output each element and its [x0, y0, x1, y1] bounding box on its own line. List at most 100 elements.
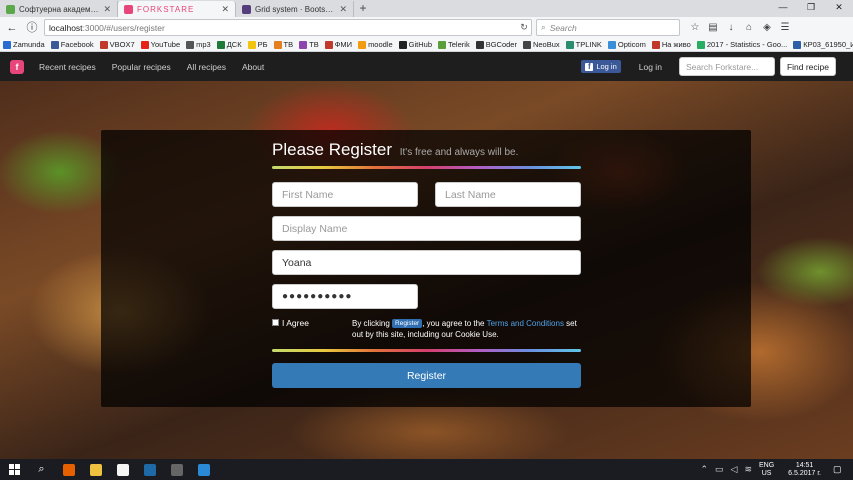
agree-checkbox[interactable] [272, 319, 279, 326]
vscode-icon[interactable] [193, 459, 214, 480]
info-icon[interactable]: ⓘ [24, 20, 40, 36]
site-search-input[interactable]: Search Forkstare... [678, 57, 775, 76]
menu-icon[interactable]: ☰ [776, 22, 794, 33]
download-icon[interactable]: ↓ [722, 22, 740, 33]
start-icon[interactable] [4, 459, 25, 480]
bookmark-favicon-icon [50, 40, 59, 49]
edge-icon[interactable] [139, 459, 160, 480]
bookmark-item[interactable]: КР03_61950_ИванМа... [793, 40, 853, 49]
bookmark-star-icon[interactable]: ☆ [686, 22, 704, 33]
tab-title: Grid system · Bootstrap [255, 4, 336, 14]
home-icon[interactable]: ⌂ [740, 22, 758, 33]
browser-tab-academy[interactable]: Софтуерна академия на Те ✕ [0, 1, 118, 17]
bookmark-item[interactable]: YouTube [140, 40, 181, 49]
bookmark-favicon-icon [324, 40, 333, 49]
language-indicator[interactable]: ENG US [759, 462, 774, 478]
bookmark-label: ФМИ [334, 40, 353, 49]
bookmark-item[interactable]: GitHub [398, 40, 433, 49]
tab-close-icon[interactable]: ✕ [339, 4, 347, 15]
bookmark-item[interactable]: VBOX7 [99, 40, 135, 49]
bookmark-item[interactable]: На живо [651, 40, 691, 49]
nav-all-recipes[interactable]: All recipes [187, 62, 226, 72]
url-host: localhost [49, 22, 83, 33]
firefox-icon[interactable] [58, 459, 79, 480]
tab-close-icon[interactable]: ✕ [221, 4, 229, 15]
terms-text: By clicking Register, you agree to the T… [352, 318, 581, 340]
facebook-login-button[interactable]: f Log in [581, 60, 621, 73]
bookmark-label: ТВ [283, 40, 294, 49]
nav-popular-recipes[interactable]: Popular recipes [112, 62, 171, 72]
notifications-icon[interactable]: ▢ [833, 464, 847, 475]
terminal-icon[interactable] [166, 459, 187, 480]
bookmark-item[interactable]: ФМИ [324, 40, 353, 49]
terms-link[interactable]: Terms and Conditions [487, 319, 564, 328]
bookmark-item[interactable]: Telerik [438, 40, 470, 49]
reload-icon[interactable]: ↻ [517, 22, 531, 33]
new-tab-icon[interactable]: + [354, 1, 372, 17]
username-input[interactable]: Yoana [272, 250, 581, 275]
bookmark-item[interactable]: ТВ [299, 40, 319, 49]
volume-icon[interactable]: ◁ [731, 464, 738, 475]
tab-favicon-icon [6, 4, 15, 14]
agree-checkbox-group[interactable]: I Agree [272, 318, 352, 340]
address-bar[interactable]: localhost:3000/#/users/register ↻ [44, 19, 532, 36]
tab-title: Софтуерна академия на Те [19, 4, 100, 14]
bookmark-label: NeoBux [532, 40, 560, 49]
bookmark-label: GitHub [408, 40, 433, 49]
login-link[interactable]: Log in [639, 62, 662, 72]
browser-tab-bootstrap[interactable]: Grid system · Bootstrap ✕ [236, 1, 354, 17]
bookmark-item[interactable]: moodle [358, 40, 393, 49]
forkstare-logo-icon[interactable]: f [10, 59, 24, 74]
register-badge: Register [392, 319, 423, 328]
bookmark-label: moodle [368, 40, 393, 49]
nav-about[interactable]: About [242, 62, 264, 72]
close-window-icon[interactable]: ✕ [825, 0, 853, 14]
library-icon[interactable]: ▤ [704, 22, 722, 33]
browser-tab-forkstare[interactable]: FORKSTARE ✕ [118, 1, 236, 17]
last-name-input[interactable]: Last Name [435, 182, 581, 207]
notepad-icon[interactable] [112, 459, 133, 480]
rainbow-divider [272, 349, 581, 352]
restore-icon[interactable]: ❐ [797, 0, 825, 14]
network-icon[interactable]: ▭ [715, 464, 724, 475]
clock[interactable]: 14:51 6.5.2017 г. [788, 462, 821, 478]
browser-search-input[interactable]: ⌕ Search [536, 19, 680, 36]
bookmark-favicon-icon [522, 40, 531, 49]
bookmark-label: YouTube [150, 40, 181, 49]
bookmark-item[interactable]: ТВ [273, 40, 294, 49]
bookmark-item[interactable]: TPLINK [565, 40, 602, 49]
register-title: Please Register [272, 140, 393, 159]
bookmark-item[interactable]: Opticom [607, 40, 646, 49]
tab-close-icon[interactable]: ✕ [103, 4, 111, 15]
first-name-input[interactable]: First Name [272, 182, 418, 207]
explorer-icon[interactable] [85, 459, 106, 480]
tray-up-icon[interactable]: ⌃ [700, 464, 708, 475]
bookmark-favicon-icon [140, 40, 149, 49]
bookmark-item[interactable]: BGCoder [475, 40, 517, 49]
bookmark-item[interactable]: Zamunda [3, 40, 45, 49]
bookmark-favicon-icon [565, 40, 574, 49]
pocket-icon[interactable]: ◈ [758, 22, 776, 33]
bookmark-item[interactable]: РБ [247, 40, 268, 49]
tab-favicon-icon [124, 4, 133, 14]
bookmark-label: TPLINK [575, 40, 602, 49]
bookmark-item[interactable]: NeoBux [522, 40, 560, 49]
wifi-icon[interactable]: ≋ [744, 464, 752, 475]
find-recipe-button[interactable]: Find recipe [779, 57, 836, 76]
site-navbar: f Recent recipes Popular recipes All rec… [0, 52, 853, 81]
bookmark-item[interactable]: mp3 [186, 40, 211, 49]
password-input[interactable]: ●●●●●●●●●● [272, 284, 418, 309]
search-icon[interactable]: ⌕ [31, 459, 52, 480]
display-name-input[interactable]: Display Name [272, 216, 581, 241]
bookmark-item[interactable]: 2017 - Statistics - Goo... [696, 40, 787, 49]
bookmark-label: Opticom [617, 40, 646, 49]
back-icon[interactable]: ← [4, 20, 20, 36]
last-name-placeholder: Last Name [445, 188, 496, 201]
minimize-icon[interactable]: — [769, 0, 797, 14]
bookmark-favicon-icon [475, 40, 484, 49]
nav-recent-recipes[interactable]: Recent recipes [39, 62, 96, 72]
register-button[interactable]: Register [272, 363, 581, 388]
bookmark-item[interactable]: Facebook [50, 40, 94, 49]
bookmark-favicon-icon [398, 40, 407, 49]
bookmark-item[interactable]: ДСК [216, 40, 242, 49]
